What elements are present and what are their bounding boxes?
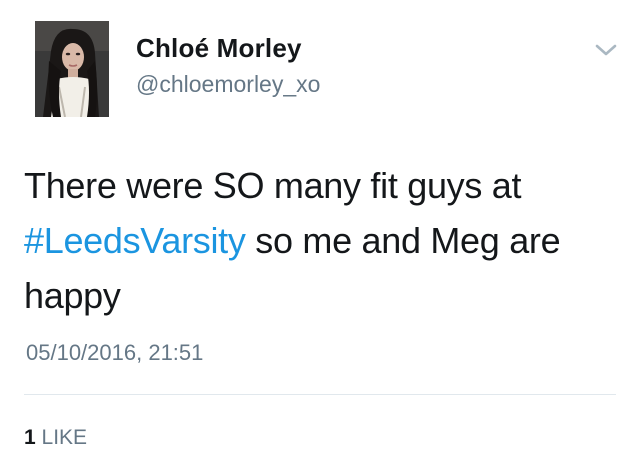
tweet-text-line-3: happy [24,275,121,316]
likes-count[interactable]: 1 LIKE [24,426,87,450]
tweet-text: There were SO many fit guys at #LeedsVar… [24,158,624,323]
divider [24,394,616,395]
likes-label: LIKE [41,426,88,449]
hashtag-link[interactable]: #LeedsVarsity [24,220,246,261]
avatar-photo [35,21,109,117]
likes-number: 1 [24,426,36,449]
display-name[interactable]: Chloé Morley [136,33,302,64]
tweet-card: Chloé Morley @chloemorley_xo There were … [0,0,640,475]
avatar[interactable] [35,21,109,117]
chevron-down-icon[interactable] [594,42,618,58]
tweet-text-line-2: so me and Meg are [245,220,561,261]
user-handle[interactable]: @chloemorley_xo [136,71,320,98]
tweet-timestamp[interactable]: 05/10/2016, 21:51 [26,340,203,366]
tweet-text-line-1: There were SO many fit guys at [24,165,522,206]
